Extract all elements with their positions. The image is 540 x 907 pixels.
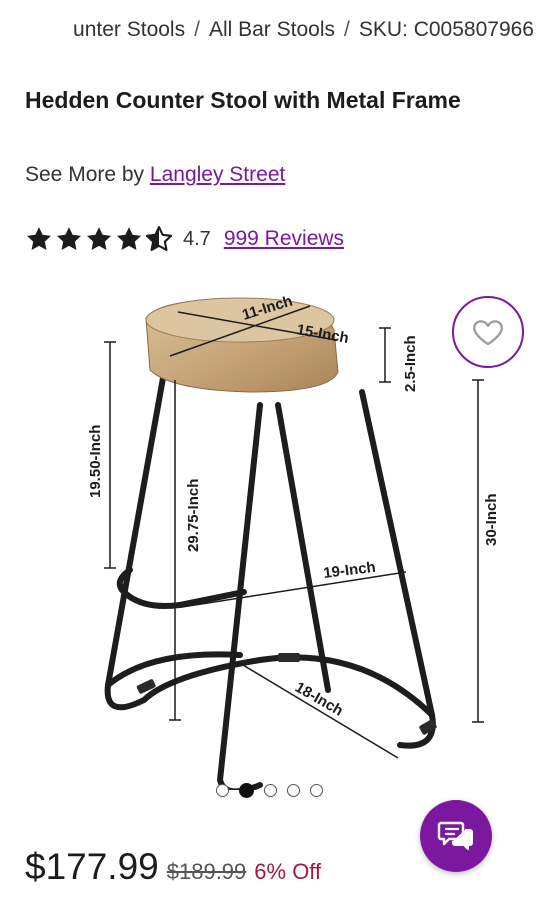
- breadcrumb-separator: /: [194, 18, 200, 41]
- breadcrumb-item-all-bar-stools[interactable]: All Bar Stools: [209, 18, 335, 42]
- brand-link[interactable]: Langley Street: [150, 163, 285, 186]
- half-star-icon: [145, 226, 173, 252]
- see-more-prefix: See More by: [25, 163, 145, 186]
- rating-row: 4.7 999 Reviews: [25, 224, 344, 254]
- dim-label-seat-thickness: 2.5-Inch: [402, 335, 419, 392]
- carousel-dot[interactable]: [310, 784, 323, 797]
- carousel-dot[interactable]: [264, 784, 277, 797]
- star-icon: [26, 227, 52, 250]
- product-title: Hedden Counter Stool with Metal Frame: [25, 87, 461, 113]
- dim-label-total-height: 30-Inch: [483, 493, 500, 546]
- breadcrumb: unter Stools / All Bar Stools / SKU: C00…: [0, 18, 540, 48]
- carousel-dots: [216, 783, 323, 798]
- breadcrumb-item-sku: SKU: C005807966: [358, 18, 534, 41]
- price-row: $177.99 $189.99 6% Off: [25, 846, 321, 888]
- favorite-button[interactable]: [452, 296, 524, 368]
- breadcrumb-separator: /: [344, 18, 350, 41]
- star-icon: [86, 227, 112, 250]
- carousel-dot[interactable]: [287, 784, 300, 797]
- reviews-link[interactable]: 999 Reviews: [224, 227, 344, 251]
- product-image[interactable]: 11-Inch 15-Inch 2.5-Inch 19.50-Inch 29.7…: [60, 280, 530, 790]
- current-price: $177.99: [25, 846, 159, 887]
- chat-button[interactable]: [420, 800, 492, 872]
- star-rating: [25, 225, 173, 253]
- star-icon: [116, 227, 142, 250]
- rating-value: 4.7: [183, 227, 211, 250]
- carousel-dot-active[interactable]: [239, 783, 254, 798]
- dim-label-leg-height: 19.50-Inch: [87, 425, 104, 498]
- heart-icon: [473, 320, 503, 346]
- original-price: $189.99: [166, 859, 247, 884]
- chat-icon: [437, 821, 473, 850]
- see-more-by: See More by Langley Street: [25, 163, 285, 187]
- dim-label-seat-height: 29.75-Inch: [185, 479, 202, 552]
- carousel-dot[interactable]: [216, 784, 229, 797]
- breadcrumb-item-counter-stools[interactable]: unter Stools: [73, 18, 185, 42]
- discount-badge: 6% Off: [254, 859, 322, 884]
- star-icon: [56, 227, 82, 250]
